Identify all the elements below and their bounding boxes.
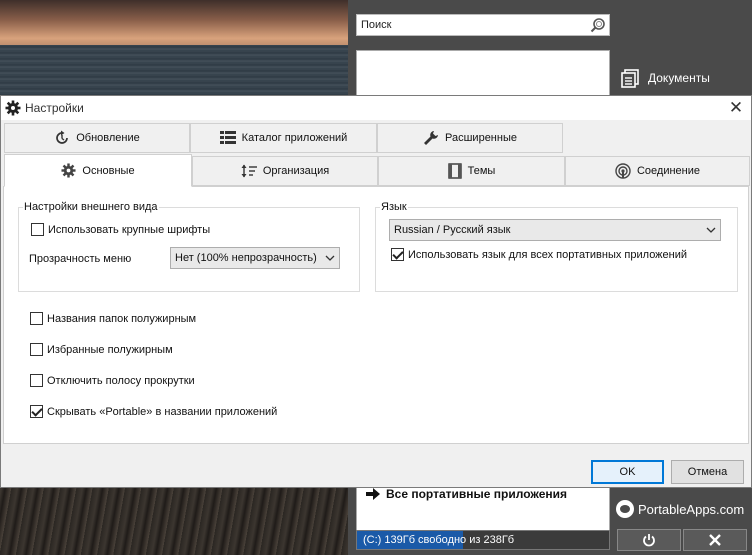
close-icon [709,534,721,546]
drive-usage-bar: (C:) 139Гб свободно из 238Гб [356,530,610,550]
large-fonts-label: Использовать крупные шрифты [48,223,211,236]
language-group: Язык Russian / Русский язык Использовать… [375,201,738,292]
large-fonts-box[interactable] [31,223,44,236]
power-icon [643,534,655,547]
tab-general[interactable]: Основные [4,154,192,187]
tab-connection[interactable]: Соединение [565,156,750,186]
connection-icon [615,163,631,179]
transparency-select[interactable]: Нет (100% непрозрачность) [170,247,340,269]
wrench-icon [424,131,439,145]
tab-themes[interactable]: Темы [378,156,565,186]
catalog-icon [219,131,236,144]
ok-button[interactable]: OK [591,460,664,484]
portableapps-brand[interactable]: PortableApps.com [616,500,744,518]
tab-general-label: Основные [82,164,135,177]
search-input[interactable]: Поиск [356,14,610,36]
appearance-group: Настройки внешнего вида Использовать кру… [18,201,360,292]
bold-favorites-checkbox[interactable]: Избранные полужирным [30,343,173,356]
tab-themes-label: Темы [467,165,496,177]
disable-scrollbar-checkbox[interactable]: Отключить полосу прокрутки [30,374,195,387]
bold-folders-box[interactable] [30,312,43,325]
dialog-titlebar[interactable]: Настройки ✕ [1,96,751,120]
disable-scrollbar-label: Отключить полосу прокрутки [47,374,195,387]
sunset-sky [0,0,348,45]
tab-update[interactable]: Обновление [4,123,190,153]
language-all-apps-label: Использовать язык для всех портативных п… [408,248,688,261]
dialog-title: Настройки [25,101,84,115]
language-select[interactable]: Russian / Русский язык [389,219,721,241]
hide-portable-checkbox[interactable]: Скрывать «Portable» в названии приложени… [30,405,277,418]
documents-icon [621,69,639,88]
language-group-title: Язык [380,201,408,213]
cancel-button[interactable]: Отмена [671,460,744,484]
language-all-apps-box[interactable] [391,248,404,261]
chevron-down-icon [706,227,716,233]
drive-status-text: (C:) 139Гб свободно из 238Гб [363,534,515,546]
themes-icon [447,163,462,179]
documents-link[interactable]: Документы [620,68,710,88]
tab-organization-label: Организация [262,165,330,177]
all-apps-button[interactable]: Все портативные приложения [366,487,567,501]
hide-portable-label: Скрывать «Portable» в названии приложени… [47,405,278,418]
hide-portable-box[interactable] [30,405,43,418]
power-button[interactable] [617,529,681,551]
search-placeholder: Поиск [361,19,392,31]
transparency-value: Нет (100% непрозрачность) [175,252,317,264]
chevron-down-icon [325,255,335,261]
tab-organization[interactable]: Организация [192,156,378,186]
bold-favorites-box[interactable] [30,343,43,356]
tab-connection-label: Соединение [636,165,701,177]
general-settings-panel: Настройки внешнего вида Использовать кру… [3,186,749,444]
language-value: Russian / Русский язык [394,224,511,236]
tab-update-label: Обновление [76,132,140,144]
disable-scrollbar-box[interactable] [30,374,43,387]
sort-icon [241,164,257,178]
bold-favorites-label: Избранные полужирным [47,343,173,356]
transparency-label: Прозрачность меню [29,253,132,265]
bold-folders-checkbox[interactable]: Названия папок полужирным [30,312,196,325]
update-icon [56,130,69,144]
portableapps-logo-icon [616,500,634,518]
gear-icon [5,100,21,116]
all-apps-label: Все портативные приложения [386,487,568,501]
gear-icon [61,163,76,178]
tab-app-catalog[interactable]: Каталог приложений [190,123,377,153]
appearance-group-title: Настройки внешнего вида [23,201,159,213]
large-fonts-checkbox[interactable]: Использовать крупные шрифты [31,223,210,236]
tab-advanced[interactable]: Расширенные [377,123,563,153]
tab-advanced-label: Расширенные [445,132,517,144]
search-icon[interactable] [590,17,606,33]
brand-label: PortableApps.com [638,501,745,517]
exit-button[interactable] [683,529,747,551]
tab-app-catalog-label: Каталог приложений [241,132,348,144]
bold-folders-label: Названия папок полужирным [47,312,197,325]
documents-label: Документы [648,71,710,85]
language-all-apps-checkbox[interactable]: Использовать язык для всех портативных п… [391,248,687,261]
dialog-close-button[interactable]: ✕ [727,99,745,117]
settings-dialog: Настройки ✕ Обновление Каталог приложени… [0,95,752,488]
arrow-right-icon [366,488,380,500]
